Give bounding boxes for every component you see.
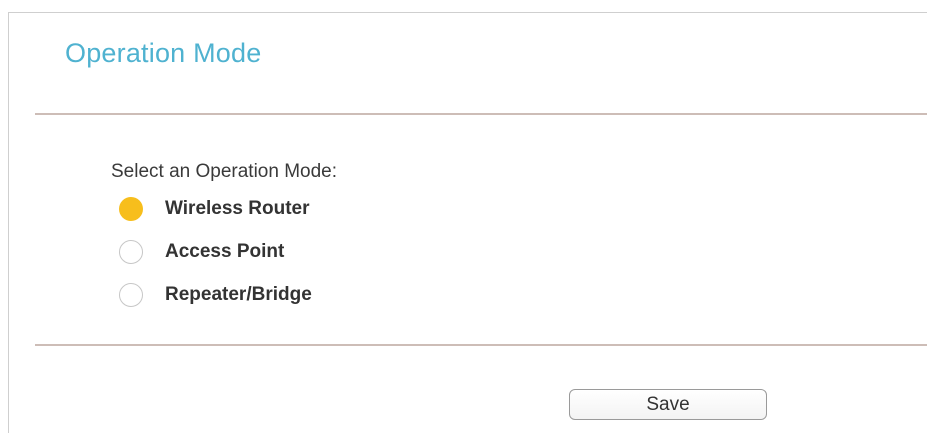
radio-repeater-bridge[interactable] bbox=[119, 283, 143, 307]
operation-mode-prompt: Select an Operation Mode: bbox=[111, 161, 338, 182]
option-access-point[interactable]: Access Point bbox=[119, 239, 284, 265]
option-label-access-point: Access Point bbox=[165, 241, 285, 262]
option-label-repeater-bridge: Repeater/Bridge bbox=[165, 284, 312, 305]
page-title: Operation Mode bbox=[65, 38, 262, 68]
operation-mode-panel: Operation Mode Select an Operation Mode:… bbox=[8, 12, 927, 433]
option-wireless-router[interactable]: Wireless Router bbox=[119, 196, 310, 222]
divider-bottom bbox=[35, 344, 927, 346]
option-repeater-bridge[interactable]: Repeater/Bridge bbox=[119, 282, 312, 308]
save-button[interactable]: Save bbox=[569, 389, 767, 420]
radio-wireless-router[interactable] bbox=[119, 197, 143, 221]
option-label-wireless-router: Wireless Router bbox=[165, 198, 310, 219]
divider-top bbox=[35, 113, 927, 115]
radio-access-point[interactable] bbox=[119, 240, 143, 264]
